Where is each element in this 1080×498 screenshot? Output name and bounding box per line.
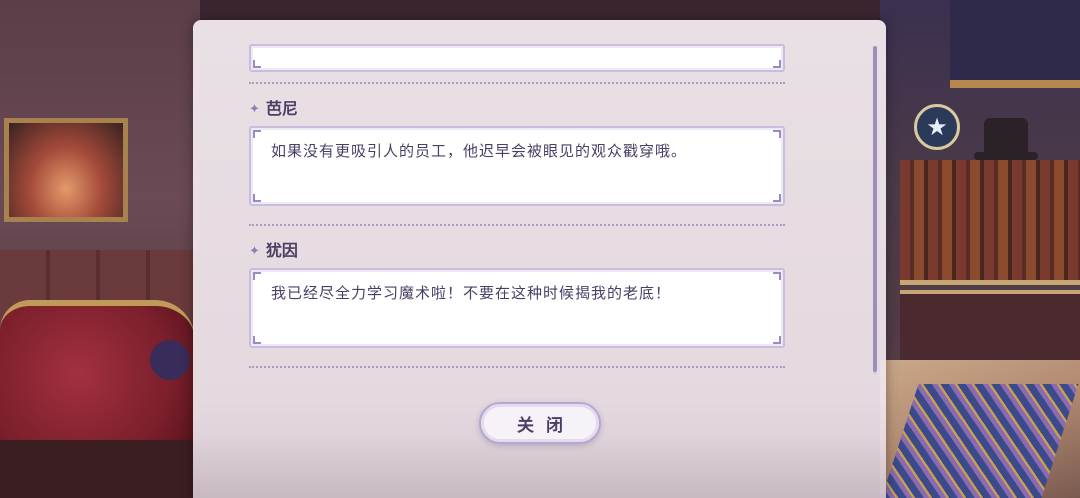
- corner-ornament: [773, 336, 781, 344]
- star-icon: ★: [914, 104, 960, 150]
- entry-divider: [249, 366, 785, 368]
- wall-painting: [4, 118, 128, 222]
- bookshelf-row: [900, 200, 1080, 245]
- top-hat-brim: [974, 152, 1038, 160]
- sparkle-icon: ✦: [249, 243, 260, 259]
- bookshelf-row: [900, 160, 1080, 205]
- sofa-cushion: [150, 340, 190, 380]
- cabinet: [900, 290, 1080, 364]
- corner-ornament: [773, 194, 781, 202]
- top-hat: [984, 118, 1028, 156]
- sparkle-icon: ✦: [249, 101, 260, 117]
- dialogue-text: 我已经尽全力学习魔术啦！不要在这种时候揭我的老底！: [271, 284, 672, 302]
- speaker-name-row: ✦ 芭尼: [249, 96, 298, 118]
- entry-divider: [249, 82, 785, 84]
- corner-ornament: [773, 272, 781, 280]
- floor-left: [0, 440, 200, 498]
- corner-ornament: [773, 130, 781, 138]
- speaker-name: 芭尼: [265, 99, 298, 118]
- close-button-label: 关闭: [517, 415, 575, 436]
- speaker-name-row: ✦ 犹因: [249, 238, 298, 260]
- entry-divider: [249, 224, 785, 226]
- dialogue-text-box: [249, 44, 785, 72]
- bookshelf-row: [900, 240, 1080, 285]
- speaker-name: 犹因: [265, 241, 298, 260]
- dialogue-text-box: 如果没有更吸引人的员工，他迟早会被眼见的观众戳穿哦。: [249, 126, 785, 206]
- dialogue-text-box: 我已经尽全力学习魔术啦！不要在这种时候揭我的老底！: [249, 268, 785, 348]
- dialogue-log-panel: ✦ 芭尼 如果没有更吸引人的员工，他迟早会被眼见的观众戳穿哦。 ✦ 犹因 我已经…: [193, 20, 886, 498]
- dialogue-text: 如果没有更吸引人的员工，他迟早会被眼见的观众戳穿哦。: [271, 142, 688, 160]
- corner-ornament: [253, 130, 261, 138]
- corner-ornament: [253, 194, 261, 202]
- corner-ornament: [253, 336, 261, 344]
- corner-ornament: [773, 60, 781, 68]
- corner-ornament: [253, 60, 261, 68]
- corner-ornament: [253, 272, 261, 280]
- dialogue-scroll-area[interactable]: ✦ 芭尼 如果没有更吸引人的员工，他迟早会被眼见的观众戳穿哦。 ✦ 犹因 我已经…: [193, 20, 886, 380]
- close-button[interactable]: 关闭: [479, 402, 601, 444]
- scrollbar-thumb[interactable]: [873, 46, 877, 372]
- panel-bottom-fade: [193, 438, 886, 498]
- right-arch: [950, 0, 1080, 88]
